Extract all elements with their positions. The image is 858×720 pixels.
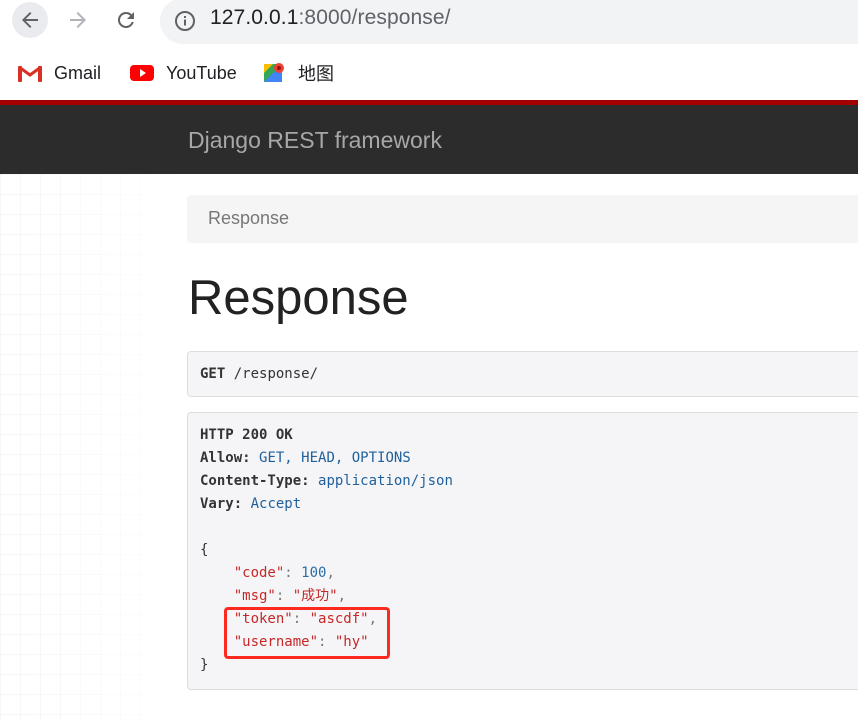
highlight-box xyxy=(224,607,390,659)
header-value: application/json xyxy=(318,473,453,489)
site-info-icon[interactable] xyxy=(174,10,196,32)
forward-arrow-icon xyxy=(70,12,86,28)
url-text: 127.0.0.1:8000/response/ xyxy=(210,6,451,30)
navbar: Django REST framework xyxy=(0,105,858,174)
json-field-msg: "msg": "成功", xyxy=(233,588,347,604)
breadcrumb: Response xyxy=(187,195,858,243)
request-info: GET /response/ xyxy=(187,351,858,397)
youtube-icon xyxy=(130,65,154,81)
forward-button[interactable] xyxy=(60,2,96,38)
bookmark-youtube[interactable]: YouTube xyxy=(130,60,237,86)
gmail-icon xyxy=(18,65,42,82)
request-line: GET /response/ xyxy=(200,366,318,382)
main-content: Response Response GET /response/ HTTP 20… xyxy=(0,174,858,720)
bookmark-gmail[interactable]: Gmail xyxy=(18,60,101,86)
json-key: "msg" xyxy=(233,588,276,604)
header-name: Content-Type: xyxy=(200,473,310,489)
bookmarks-bar: Gmail YouTube 地图 xyxy=(0,48,858,100)
json-key: "code" xyxy=(233,565,285,581)
request-path: /response/ xyxy=(233,366,319,382)
url-path: :8000/response/ xyxy=(298,6,451,29)
bookmark-maps[interactable]: 地图 xyxy=(264,60,334,86)
reload-icon xyxy=(117,11,134,28)
brand-link[interactable]: Django REST framework xyxy=(188,127,442,154)
address-bar[interactable]: 127.0.0.1:8000/response/ xyxy=(160,0,858,44)
bookmark-label: 地图 xyxy=(298,64,334,84)
bookmark-label: Gmail xyxy=(54,62,102,83)
bookmark-label: YouTube xyxy=(166,62,237,83)
json-close-brace: } xyxy=(200,657,209,673)
header-name: Vary: xyxy=(200,496,243,512)
header-value: Accept xyxy=(250,496,302,512)
url-host: 127.0.0.1 xyxy=(210,6,299,29)
header-allow: Allow: GET, HEAD, OPTIONS xyxy=(200,447,411,470)
header-value: GET, HEAD, OPTIONS xyxy=(259,450,411,466)
browser-toolbar: 127.0.0.1:8000/response/ xyxy=(0,0,858,44)
header-content-type: Content-Type: application/json xyxy=(200,470,453,493)
header-vary: Vary: Accept xyxy=(200,493,301,516)
status-line: HTTP 200 OK xyxy=(200,427,293,443)
back-button[interactable] xyxy=(12,2,48,38)
reload-button[interactable] xyxy=(108,2,144,38)
maps-icon xyxy=(264,63,284,82)
header-name: Allow: xyxy=(200,450,251,466)
json-value: 100 xyxy=(301,565,327,581)
back-arrow-icon xyxy=(22,12,38,28)
response-info: HTTP 200 OK Allow: GET, HEAD, OPTIONS Co… xyxy=(187,412,858,690)
json-field-code: "code": 100, xyxy=(233,565,335,581)
json-open-brace: { xyxy=(200,542,209,558)
breadcrumb-item-response[interactable]: Response xyxy=(208,208,289,229)
json-value: "成功" xyxy=(292,588,338,604)
page-title: Response xyxy=(188,271,409,325)
request-method: GET xyxy=(200,366,226,382)
